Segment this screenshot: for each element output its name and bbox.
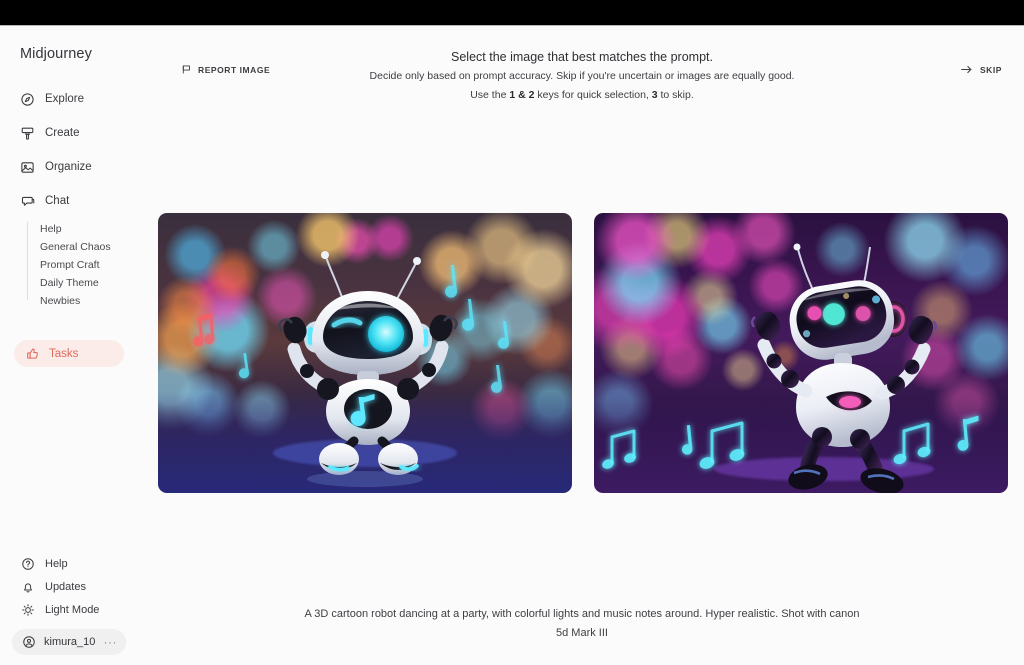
sidebar-subitem-prompt-craft[interactable]: Prompt Craft bbox=[40, 256, 140, 274]
sidebar-item-label: Create bbox=[45, 127, 80, 139]
sidebar-item-updates[interactable]: Updates bbox=[0, 575, 140, 598]
compass-icon bbox=[20, 92, 35, 107]
thumbs-up-icon bbox=[26, 347, 40, 361]
sidebar-secondary-nav: Help Updates Light Mode bbox=[0, 552, 140, 621]
task-title: Select the image that best matches the p… bbox=[451, 50, 713, 64]
main-content: REPORT IMAGE Select the image that best … bbox=[140, 26, 1024, 665]
candidate-image-1[interactable] bbox=[158, 213, 572, 493]
image-comparison-pair bbox=[152, 213, 1014, 493]
sidebar-chat-children: Help General Chaos Prompt Craft Daily Th… bbox=[0, 220, 140, 310]
task-header: REPORT IMAGE Select the image that best … bbox=[140, 26, 1024, 126]
robot-illustration-2 bbox=[602, 243, 979, 493]
brush-icon bbox=[20, 126, 35, 141]
user-account-button[interactable]: kimura_10 ··· bbox=[12, 629, 126, 655]
bell-icon bbox=[20, 579, 35, 594]
user-name: kimura_10 bbox=[44, 636, 96, 648]
sidebar-item-explore[interactable]: Explore bbox=[0, 82, 140, 116]
brand-logo[interactable]: Midjourney bbox=[20, 46, 92, 62]
sidebar-item-light-mode[interactable]: Light Mode bbox=[0, 598, 140, 621]
image-icon bbox=[20, 160, 35, 175]
sun-icon bbox=[20, 602, 35, 617]
flag-icon bbox=[181, 64, 192, 75]
task-instructions: Select the image that best matches the p… bbox=[262, 48, 902, 105]
sidebar-item-label: Light Mode bbox=[45, 603, 100, 616]
skip-label: SKIP bbox=[979, 64, 1002, 75]
top-black-bar bbox=[0, 0, 1024, 25]
task-keyboard-hint: Use the 1 & 2 keys for quick selection, … bbox=[262, 86, 902, 105]
prompt-text: A 3D cartoon robot dancing at a party, w… bbox=[304, 608, 860, 639]
sidebar-item-organize[interactable]: Organize bbox=[0, 150, 140, 184]
sidebar-subitem-general-chaos[interactable]: General Chaos bbox=[40, 238, 140, 256]
sidebar-item-tasks[interactable]: Tasks bbox=[14, 340, 124, 367]
sidebar-subitem-newbies[interactable]: Newbies bbox=[40, 292, 140, 310]
sidebar-primary-nav: Explore Create Organize Chat Help Genera… bbox=[0, 82, 140, 310]
sidebar-item-create[interactable]: Create bbox=[0, 116, 140, 150]
sidebar-item-label: Organize bbox=[45, 161, 92, 173]
sidebar: Midjourney Explore Create Organize Chat … bbox=[0, 26, 140, 665]
sidebar-item-label: Help bbox=[45, 557, 68, 570]
user-menu-icon[interactable]: ··· bbox=[104, 636, 118, 648]
report-image-button[interactable]: REPORT IMAGE bbox=[181, 64, 270, 75]
question-circle-icon bbox=[20, 556, 35, 571]
hint-keys-select: 1 & 2 bbox=[509, 89, 535, 101]
sidebar-subitem-daily-theme[interactable]: Daily Theme bbox=[40, 274, 140, 292]
skip-button[interactable]: SKIP bbox=[960, 64, 1002, 75]
app-shell: Midjourney Explore Create Organize Chat … bbox=[0, 26, 1024, 665]
arrow-right-icon bbox=[960, 64, 973, 75]
hint-prefix: Use the bbox=[470, 89, 510, 101]
sidebar-item-label: Explore bbox=[45, 93, 84, 105]
user-circle-icon bbox=[22, 635, 36, 649]
sidebar-item-chat[interactable]: Chat bbox=[0, 184, 140, 218]
sidebar-item-help[interactable]: Help bbox=[0, 552, 140, 575]
sidebar-item-label: Chat bbox=[45, 195, 70, 207]
sidebar-item-label: Updates bbox=[45, 580, 86, 593]
sidebar-subitem-help[interactable]: Help bbox=[40, 220, 140, 238]
candidate-image-2[interactable] bbox=[594, 213, 1008, 493]
chat-bubble-icon bbox=[20, 194, 35, 209]
report-image-label: REPORT IMAGE bbox=[198, 64, 271, 75]
hint-middle: keys for quick selection, bbox=[534, 89, 652, 101]
sidebar-item-label: Tasks bbox=[49, 347, 79, 360]
hint-suffix: to skip. bbox=[657, 89, 694, 101]
robot-illustration-1 bbox=[193, 251, 510, 487]
task-subtitle: Decide only based on prompt accuracy. Sk… bbox=[369, 70, 795, 82]
